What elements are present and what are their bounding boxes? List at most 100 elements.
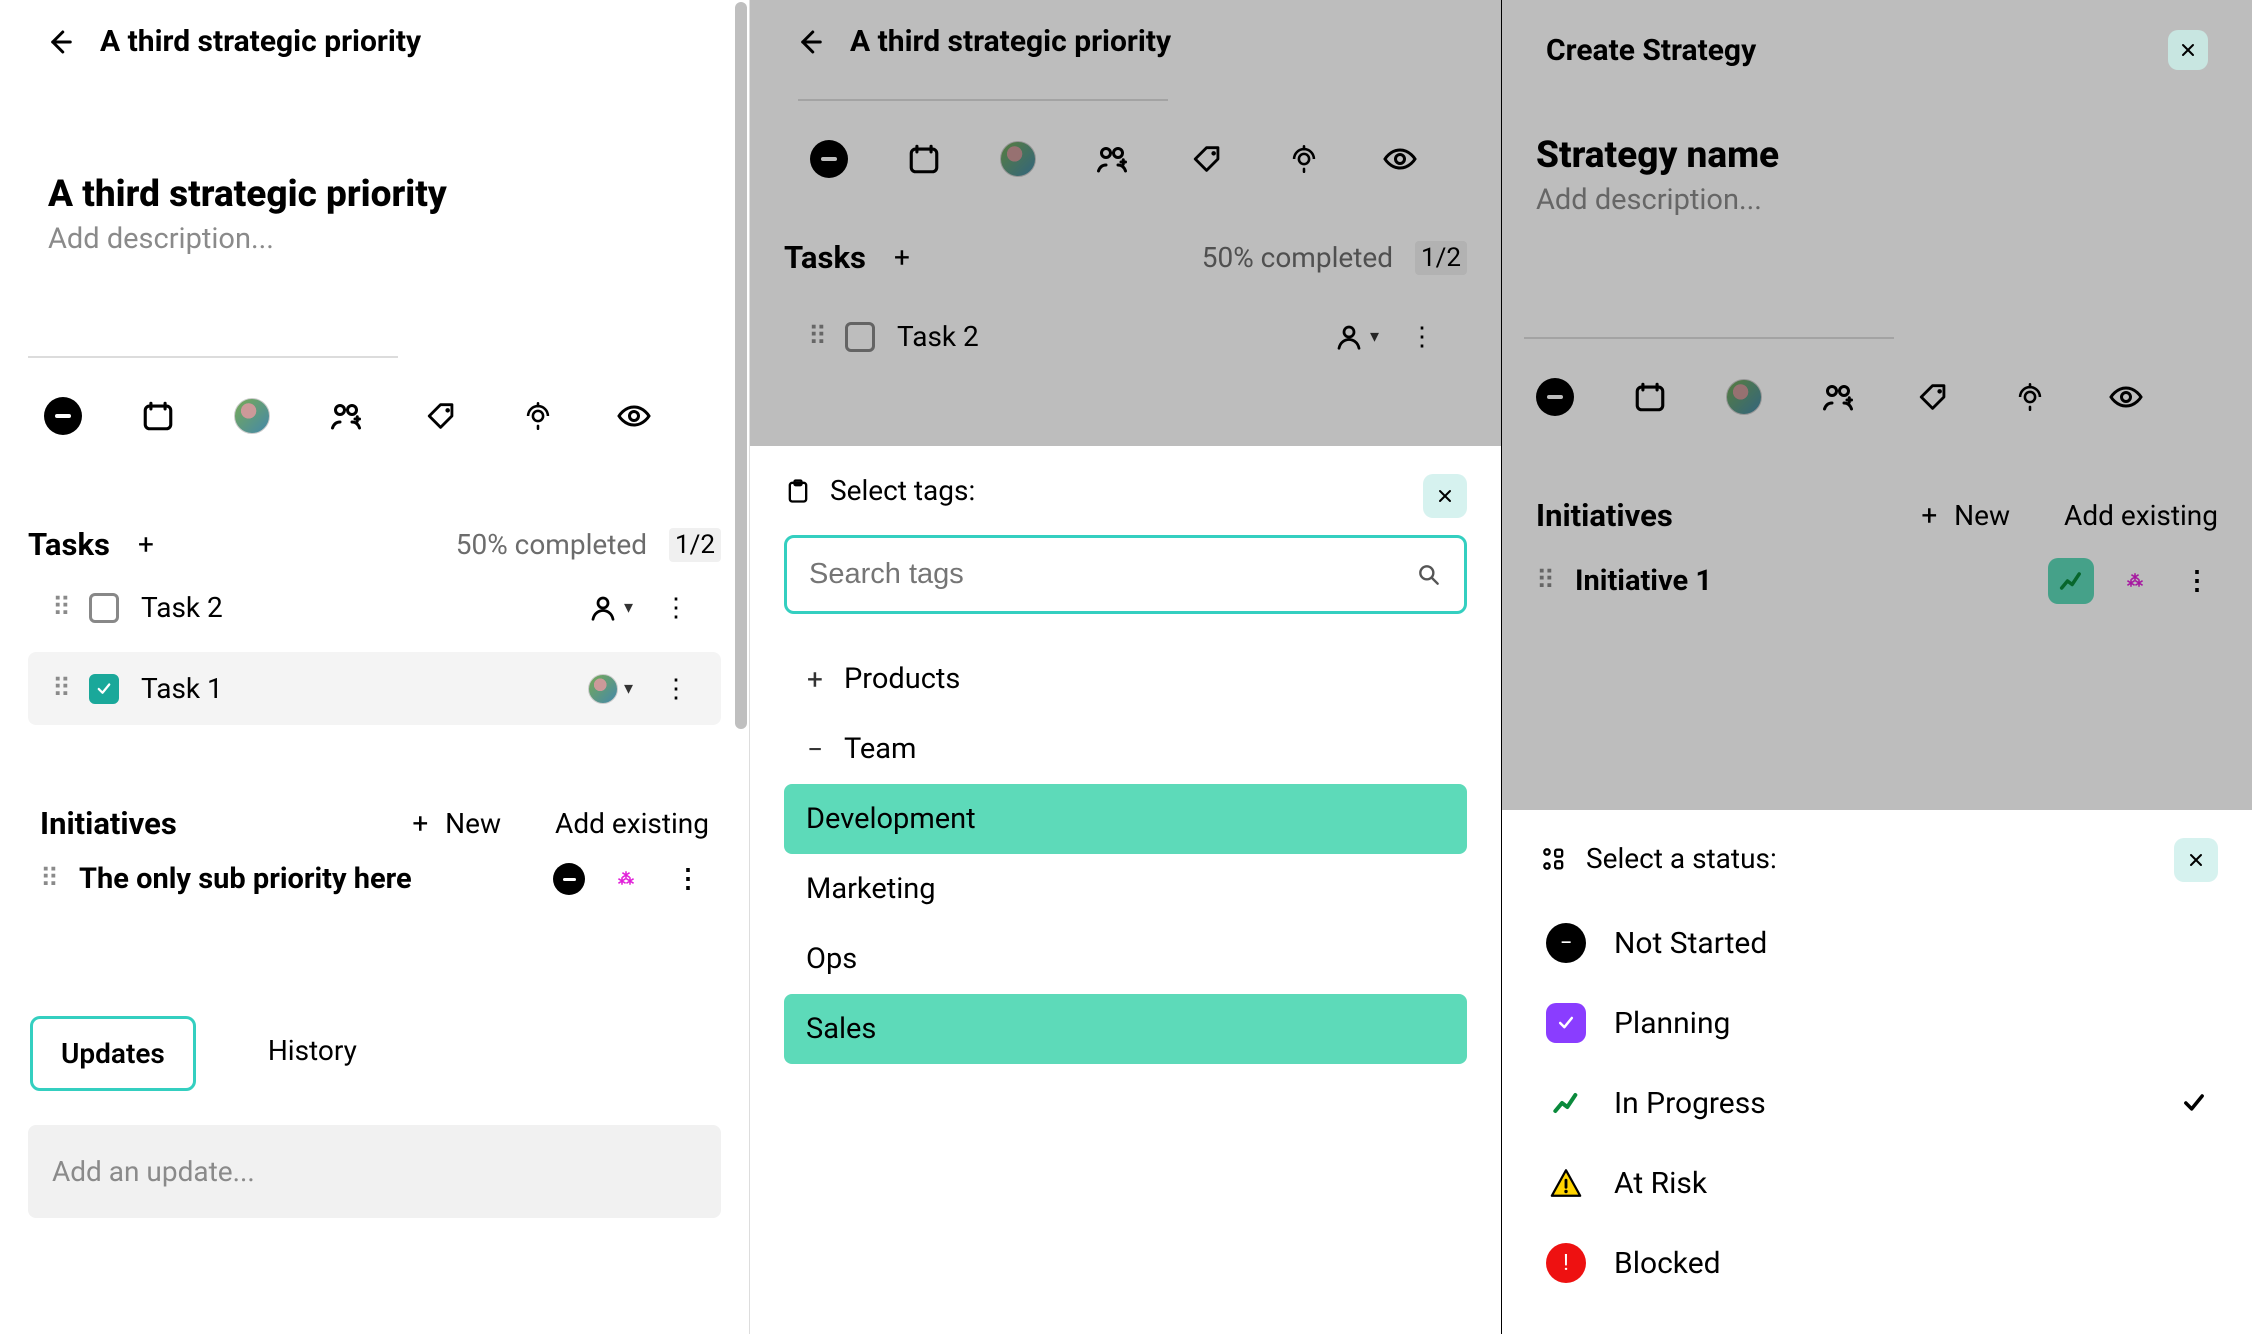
initiative-row[interactable]: ⠿ The only sub priority here ⁂ ⋮ [0,842,749,916]
drag-handle-icon[interactable]: ⠿ [52,674,67,704]
task-row[interactable]: ⠿ Task 2 ▾ ⋮ [28,571,721,644]
assignee-picker[interactable]: ▾ [588,674,633,704]
drag-handle-icon[interactable]: ⠿ [808,322,823,352]
task-name[interactable]: Task 2 [141,591,566,624]
task-name[interactable]: Task 2 [897,320,1312,353]
reminder-icon[interactable] [1284,139,1324,179]
search-tags-input-wrap[interactable] [784,535,1467,614]
tag-label: Sales [806,1012,876,1046]
task-menu-button[interactable]: ⋮ [655,674,697,704]
tag-option[interactable]: + Products [784,644,1467,714]
owner-avatar[interactable] [234,398,270,434]
add-task-button[interactable]: + [894,241,910,274]
watch-icon[interactable] [2106,377,2146,417]
team-icon[interactable] [1818,377,1858,417]
tag-option[interactable]: −Team [784,714,1467,784]
status-icon[interactable] [44,397,82,435]
task-checkbox[interactable] [845,322,875,352]
add-existing-button[interactable]: Add existing [555,807,709,840]
close-button[interactable] [2168,30,2208,70]
calendar-icon[interactable] [904,139,944,179]
back-button[interactable] [44,27,74,57]
tab-history[interactable]: History [240,1016,385,1091]
scrollbar[interactable] [735,2,747,1256]
drag-handle-icon[interactable]: ⠿ [40,864,55,894]
tag-label: Products [844,662,960,696]
task-menu-button[interactable]: ⋮ [1401,322,1443,352]
task-row[interactable]: ⠿ Task 2 ▾ ⋮ [784,300,1467,373]
search-icon [1416,562,1442,588]
page-title[interactable]: A third strategic priority [0,173,749,216]
status-option[interactable]: !Blocked [1540,1223,2214,1303]
divider [28,356,398,358]
tag-icon[interactable] [1188,139,1228,179]
status-option[interactable]: In Progress [1540,1063,2214,1143]
add-existing-button[interactable]: Add existing [2064,499,2218,532]
expand-toggle-icon[interactable]: − [804,733,826,766]
tag-icon[interactable] [1914,377,1954,417]
tasks-count: 1/2 [1415,241,1467,275]
status-label: Not Started [1614,926,1767,961]
tag-option[interactable]: Marketing [784,854,1467,924]
tag-option[interactable]: Sales [784,994,1467,1064]
status-option[interactable]: Planning [1540,983,2214,1063]
initiative-row[interactable]: ⠿ Initiative 1 ⁂ ⋮ [1502,534,2252,628]
tasks-progress: 50% completed [456,528,647,561]
assignee-picker[interactable]: ▾ [588,593,633,623]
tag-option[interactable]: Development [784,784,1467,854]
owner-avatar[interactable] [1000,141,1036,177]
tag-icon[interactable] [422,396,462,436]
team-icon[interactable] [1092,139,1132,179]
update-input[interactable]: Add an update... [28,1125,721,1218]
team-icon[interactable] [326,396,366,436]
strategy-name-input[interactable]: Strategy name [1502,134,2252,177]
initiative-menu-button[interactable]: ⋮ [667,864,709,894]
close-button[interactable] [2174,838,2218,882]
chevron-down-icon: ▾ [624,678,633,699]
tag-option[interactable]: Ops [784,924,1467,994]
tag-label: Team [844,732,917,766]
grid-icon [1540,845,1568,873]
clipboard-icon [784,477,812,505]
status-option[interactable]: At Risk [1540,1143,2214,1223]
assignee-picker[interactable]: ▾ [1334,322,1379,352]
task-checkbox[interactable] [89,593,119,623]
dev-badge-icon: ⁂ [609,862,643,896]
expand-toggle-icon[interactable]: + [804,663,826,696]
status-icon[interactable] [810,140,848,178]
tab-updates[interactable]: Updates [30,1016,196,1091]
divider [798,99,1168,101]
search-tags-input[interactable] [809,558,1400,591]
task-menu-button[interactable]: ⋮ [655,593,697,623]
description-input[interactable]: Add description... [1502,183,2252,217]
reminder-icon[interactable] [2010,377,2050,417]
new-initiative-button[interactable]: + New [412,807,501,840]
watch-icon[interactable] [614,396,654,436]
chevron-down-icon: ▾ [624,597,633,618]
close-button[interactable] [1423,474,1467,518]
new-initiative-button[interactable]: + New [1921,499,2010,532]
task-row[interactable]: ⠿ Task 1 ▾ ⋮ [28,652,721,725]
drag-handle-icon[interactable]: ⠿ [52,593,67,623]
tasks-progress: 50% completed [1202,241,1393,274]
description-input[interactable]: Add description... [0,222,749,256]
status-icon[interactable] [553,863,585,895]
task-name[interactable]: Task 1 [141,672,566,705]
initiative-name[interactable]: The only sub priority here [79,862,529,896]
back-button[interactable] [794,27,824,57]
initiative-name[interactable]: Initiative 1 [1575,564,2024,598]
calendar-icon[interactable] [138,396,178,436]
status-icon[interactable] [1536,378,1574,416]
initiative-menu-button[interactable]: ⋮ [2176,566,2218,596]
reminder-icon[interactable] [518,396,558,436]
drag-handle-icon[interactable]: ⠿ [1536,566,1551,596]
status-option[interactable]: −Not Started [1540,903,2214,983]
popover-title: Select a status: [1586,842,1777,875]
owner-avatar[interactable] [1726,379,1762,415]
add-task-button[interactable]: + [138,528,154,561]
header-title: Create Strategy [1546,33,1756,68]
initiatives-label: Initiatives [40,805,177,842]
watch-icon[interactable] [1380,139,1420,179]
task-checkbox[interactable] [89,674,119,704]
calendar-icon[interactable] [1630,377,1670,417]
